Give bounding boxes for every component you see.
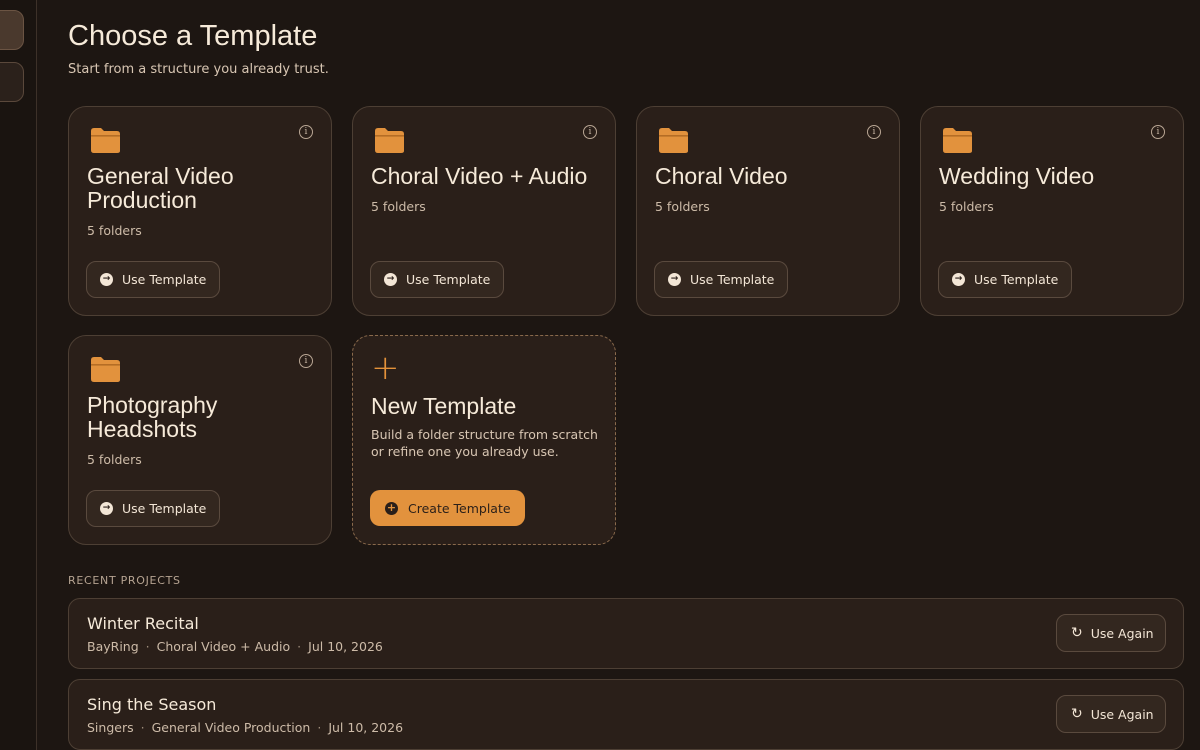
project-template: Choral Video + Audio: [156, 639, 291, 654]
use-template-button[interactable]: → Use Template: [938, 261, 1072, 298]
folder-count: 5 folders: [655, 199, 710, 214]
info-icon[interactable]: i: [1151, 125, 1165, 139]
template-title: Choral Video: [655, 163, 788, 189]
use-again-label: Use Again: [1090, 706, 1154, 722]
template-title: General Video Production: [87, 163, 234, 213]
use-template-label: Use Template: [406, 272, 491, 287]
project-date: Jul 10, 2026: [308, 639, 383, 654]
template-title: Photography Headshots: [87, 392, 218, 442]
meta-separator: ·: [145, 639, 150, 654]
arrow-right-circle-icon: →: [668, 273, 681, 286]
folder-icon: [943, 128, 972, 153]
folder-icon: [659, 128, 688, 153]
refresh-icon: ↻: [1071, 625, 1083, 641]
page-subtitle: Start from a structure you already trust…: [68, 62, 329, 77]
meta-separator: ·: [297, 639, 302, 654]
template-card: i Photography Headshots 5 folders → Use …: [68, 335, 332, 545]
use-template-label: Use Template: [122, 501, 207, 516]
info-icon[interactable]: i: [583, 125, 597, 139]
use-template-button[interactable]: → Use Template: [86, 261, 220, 298]
use-template-label: Use Template: [974, 272, 1059, 287]
folder-icon: [91, 128, 120, 153]
use-template-label: Use Template: [690, 272, 775, 287]
use-template-label: Use Template: [122, 272, 207, 287]
folder-count: 5 folders: [87, 223, 142, 238]
sidebar-button[interactable]: [0, 62, 24, 102]
recent-project-row: Sing the Season Singers · General Video …: [68, 679, 1184, 750]
folder-count: 5 folders: [939, 199, 994, 214]
recent-projects-heading: RECENT PROJECTS: [68, 574, 181, 587]
page-title: Choose a Template: [68, 20, 318, 52]
project-meta: Singers · General Video Production · Jul…: [87, 720, 403, 735]
arrow-right-circle-icon: →: [952, 273, 965, 286]
project-client: BayRing: [87, 639, 139, 654]
new-template-description: Build a folder structure from scratch or…: [371, 427, 598, 459]
template-card: i Choral Video 5 folders → Use Template: [636, 106, 900, 316]
info-icon[interactable]: i: [867, 125, 881, 139]
info-icon[interactable]: i: [299, 125, 313, 139]
plus-circle-icon: +: [385, 500, 398, 515]
template-card: i General Video Production 5 folders → U…: [68, 106, 332, 316]
folder-icon: [375, 128, 404, 153]
create-template-label: Create Template: [408, 500, 511, 516]
use-template-button[interactable]: → Use Template: [370, 261, 504, 298]
use-again-button[interactable]: ↻ Use Again: [1056, 695, 1166, 733]
project-client: Singers: [87, 720, 134, 735]
sidebar-button-active[interactable]: [0, 10, 24, 50]
arrow-right-circle-icon: →: [100, 502, 113, 515]
use-again-button[interactable]: ↻ Use Again: [1056, 614, 1166, 652]
template-card: i Wedding Video 5 folders → Use Template: [920, 106, 1184, 316]
plus-icon: +: [371, 348, 400, 388]
template-card: i Choral Video + Audio 5 folders → Use T…: [352, 106, 616, 316]
arrow-right-circle-icon: →: [384, 273, 397, 286]
use-again-label: Use Again: [1090, 625, 1154, 641]
template-title: Wedding Video: [939, 163, 1095, 189]
info-icon[interactable]: i: [299, 354, 313, 368]
template-title: Choral Video + Audio: [371, 163, 588, 189]
use-template-button[interactable]: → Use Template: [86, 490, 220, 527]
project-template: General Video Production: [151, 720, 311, 735]
arrow-right-circle-icon: →: [100, 273, 113, 286]
project-name: Winter Recital: [87, 614, 199, 633]
folder-count: 5 folders: [87, 452, 142, 467]
project-date: Jul 10, 2026: [328, 720, 404, 735]
meta-separator: ·: [140, 720, 145, 735]
recent-project-row: Winter Recital BayRing · Choral Video + …: [68, 598, 1184, 669]
folder-icon: [91, 357, 120, 382]
use-template-button[interactable]: → Use Template: [654, 261, 788, 298]
new-template-title: New Template: [371, 393, 517, 419]
refresh-icon: ↻: [1071, 706, 1083, 722]
sidebar: [0, 0, 37, 750]
create-template-button[interactable]: + Create Template: [370, 490, 525, 526]
meta-separator: ·: [317, 720, 322, 735]
new-template-card: + New Template Build a folder structure …: [352, 335, 616, 545]
folder-count: 5 folders: [371, 199, 426, 214]
project-meta: BayRing · Choral Video + Audio · Jul 10,…: [87, 639, 383, 654]
project-name: Sing the Season: [87, 695, 217, 714]
